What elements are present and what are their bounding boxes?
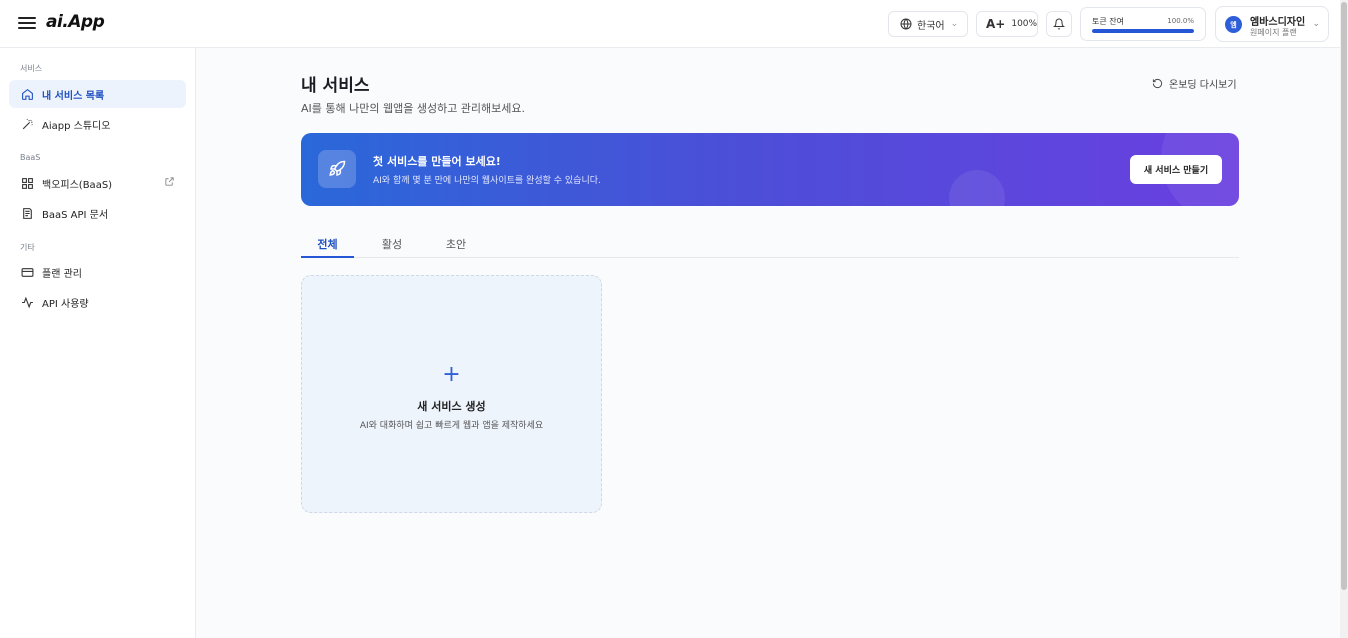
sidebar-item-aiapp-studio[interactable]: Aiapp 스튜디오 (9, 110, 186, 138)
rocket-icon (318, 150, 356, 188)
banner-subtitle: AI와 함께 몇 분 만에 나만의 웹사이트를 완성할 수 있습니다. (373, 176, 601, 186)
sidebar-item-label: Aiapp 스튜디오 (42, 120, 111, 132)
language-selector[interactable]: 한국어 ⌄ (888, 11, 968, 37)
token-remaining-widget: 토큰 잔여 100.0% (1080, 7, 1206, 41)
token-progress-bar (1092, 29, 1194, 33)
globe-icon (900, 18, 912, 30)
external-link-icon (164, 176, 175, 190)
sidebar-item-label: 내 서비스 목록 (42, 90, 105, 102)
sidebar: 서비스 내 서비스 목록 Aiapp 스튜디오 BaaS 백오피스(BaaS) … (0, 48, 196, 638)
sidebar-item-baas-api-docs[interactable]: BaaS API 문서 (9, 199, 186, 227)
hamburger-menu-icon[interactable] (18, 14, 36, 32)
user-name: 엠바스디자인 (1250, 17, 1306, 28)
avatar: 엠 (1225, 16, 1242, 33)
token-label: 토큰 잔여 (1092, 17, 1124, 26)
notification-button[interactable] (1046, 11, 1072, 37)
tab-active[interactable]: 활성 (371, 236, 413, 252)
top-header: ai.App 한국어 ⌄ A+ 100% 토큰 잔여 100.0% 엠 엠바스디… (0, 0, 1340, 48)
sidebar-item-label: BaaS API 문서 (42, 209, 109, 221)
decorative-circle (949, 170, 1005, 206)
onboarding-label: 온보딩 다시보기 (1169, 80, 1237, 91)
activity-icon (20, 295, 34, 309)
sidebar-item-label: 백오피스(BaaS) (42, 179, 113, 191)
sidebar-section-label: BaaS (20, 153, 41, 162)
language-label: 한국어 (917, 20, 945, 32)
banner-title: 첫 서비스를 만들어 보세요! (373, 155, 501, 168)
new-service-title: 새 서비스 생성 (417, 400, 486, 413)
user-plan: 원페이지 플랜 (1250, 28, 1297, 37)
page-subtitle: AI를 통해 나만의 웹앱을 생성하고 관리해보세요. (301, 102, 526, 115)
create-service-button[interactable]: 새 서비스 만들기 (1130, 155, 1222, 184)
tab-all[interactable]: 전체 (301, 236, 354, 252)
font-size-label: 100% (1011, 19, 1038, 29)
sidebar-item-my-services[interactable]: 내 서비스 목록 (9, 80, 186, 108)
grid-icon (20, 176, 34, 190)
user-menu-button[interactable]: 엠 엠바스디자인 원페이지 플랜 ⌄ (1215, 6, 1329, 42)
card-icon (20, 265, 34, 279)
sidebar-item-api-usage[interactable]: API 사용량 (9, 288, 186, 316)
sidebar-item-plan-management[interactable]: 플랜 관리 (9, 258, 186, 286)
new-service-card[interactable]: + 새 서비스 생성 AI와 대화하며 쉽고 빠르게 웹과 앱을 제작하세요 (301, 275, 602, 513)
token-progress-fill (1092, 29, 1194, 33)
bell-icon (1053, 18, 1065, 30)
first-service-banner: 첫 서비스를 만들어 보세요! AI와 함께 몇 분 만에 나만의 웹사이트를 … (301, 133, 1239, 206)
page-title: 내 서비스 (301, 76, 370, 96)
sidebar-item-backoffice[interactable]: 백오피스(BaaS) (9, 169, 186, 197)
font-size-icon: A+ (986, 17, 1006, 31)
service-tabs: 전체 활성 초안 (301, 232, 1239, 258)
magic-wand-icon (20, 117, 34, 131)
chevron-down-icon: ⌄ (1312, 19, 1320, 29)
sidebar-section-label: 기타 (20, 243, 35, 252)
new-service-subtitle: AI와 대화하며 쉽고 빠르게 웹과 앱을 제작하세요 (359, 421, 544, 431)
page-scrollbar[interactable] (1340, 0, 1348, 638)
sidebar-item-label: 플랜 관리 (42, 268, 82, 280)
chevron-down-icon: ⌄ (950, 19, 959, 29)
active-tab-indicator (301, 256, 354, 258)
font-size-button[interactable]: A+ 100% (976, 11, 1038, 37)
token-value: 100.0% (1167, 17, 1194, 25)
onboarding-replay-button[interactable]: 온보딩 다시보기 (1152, 76, 1237, 91)
home-icon (20, 87, 34, 101)
document-icon (20, 206, 34, 220)
plus-icon: + (442, 362, 461, 387)
sidebar-item-label: API 사용량 (42, 298, 89, 310)
tab-draft[interactable]: 초안 (435, 236, 477, 252)
refresh-icon (1152, 78, 1163, 89)
scrollbar-thumb[interactable] (1341, 2, 1347, 590)
app-logo[interactable]: ai.App (46, 12, 105, 32)
sidebar-section-label: 서비스 (20, 64, 43, 73)
